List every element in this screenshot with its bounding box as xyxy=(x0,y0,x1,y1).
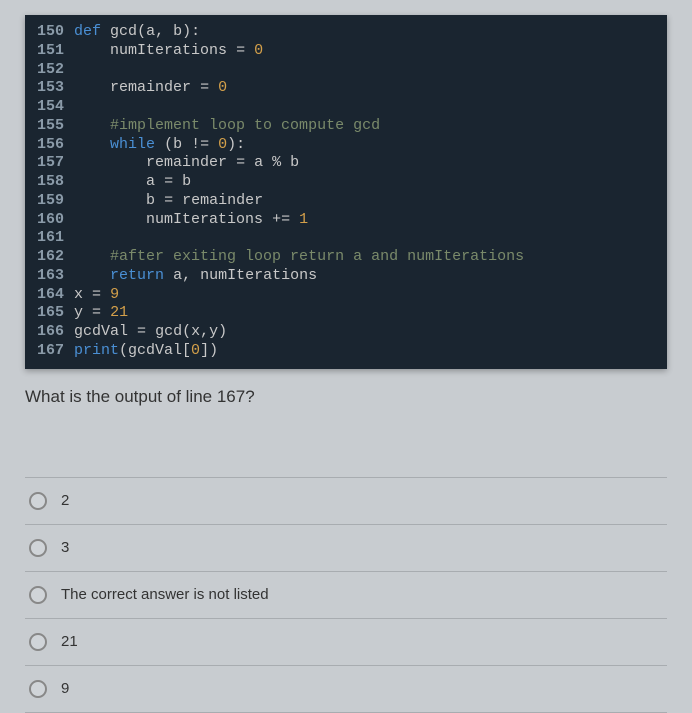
code-line: numIterations = 0 xyxy=(74,42,657,61)
line-number: 164 xyxy=(37,286,64,305)
line-number: 152 xyxy=(37,61,64,80)
answer-option[interactable]: 3 xyxy=(25,525,667,572)
option-label: 2 xyxy=(61,492,69,509)
answer-option[interactable]: 9 xyxy=(25,666,667,713)
radio-icon[interactable] xyxy=(29,492,47,510)
line-number: 150 xyxy=(37,23,64,42)
code-line: remainder = 0 xyxy=(74,79,657,98)
answer-option[interactable]: 21 xyxy=(25,619,667,666)
line-number: 165 xyxy=(37,304,64,323)
code-line: print(gcdVal[0]) xyxy=(74,342,657,361)
code-line: remainder = a % b xyxy=(74,154,657,173)
option-label: 9 xyxy=(61,680,69,697)
line-number: 162 xyxy=(37,248,64,267)
question-text: What is the output of line 167? xyxy=(25,387,667,407)
line-number: 161 xyxy=(37,229,64,248)
code-line: #after exiting loop return a and numIter… xyxy=(74,248,657,267)
code-line: while (b != 0): xyxy=(74,136,657,155)
radio-icon[interactable] xyxy=(29,680,47,698)
code-block: 1501511521531541551561571581591601611621… xyxy=(25,15,667,369)
line-number: 158 xyxy=(37,173,64,192)
option-label: 3 xyxy=(61,539,69,556)
line-number: 156 xyxy=(37,136,64,155)
code-line: def gcd(a, b): xyxy=(74,23,657,42)
option-label: 21 xyxy=(61,633,78,650)
line-number: 157 xyxy=(37,154,64,173)
code-line: gcdVal = gcd(x,y) xyxy=(74,323,657,342)
option-label: The correct answer is not listed xyxy=(61,586,269,603)
code-line: y = 21 xyxy=(74,304,657,323)
line-number: 163 xyxy=(37,267,64,286)
code-line: #implement loop to compute gcd xyxy=(74,117,657,136)
code-line xyxy=(74,98,657,117)
code-line: b = remainder xyxy=(74,192,657,211)
code-line xyxy=(74,61,657,80)
line-number: 151 xyxy=(37,42,64,61)
line-number: 155 xyxy=(37,117,64,136)
answer-option[interactable]: 2 xyxy=(25,477,667,525)
line-number: 154 xyxy=(37,98,64,117)
code-line: a = b xyxy=(74,173,657,192)
code-line xyxy=(74,229,657,248)
code-line: x = 9 xyxy=(74,286,657,305)
code-line: return a, numIterations xyxy=(74,267,657,286)
radio-icon[interactable] xyxy=(29,539,47,557)
radio-icon[interactable] xyxy=(29,586,47,604)
line-number: 160 xyxy=(37,211,64,230)
line-number: 167 xyxy=(37,342,64,361)
code-content: def gcd(a, b): numIterations = 0 remaind… xyxy=(74,23,667,361)
answer-options: 2 3 The correct answer is not listed 21 9 xyxy=(25,477,667,713)
line-number: 153 xyxy=(37,79,64,98)
line-number: 159 xyxy=(37,192,64,211)
code-line: numIterations += 1 xyxy=(74,211,657,230)
radio-icon[interactable] xyxy=(29,633,47,651)
answer-option[interactable]: The correct answer is not listed xyxy=(25,572,667,619)
line-numbers: 1501511521531541551561571581591601611621… xyxy=(25,23,74,361)
line-number: 166 xyxy=(37,323,64,342)
